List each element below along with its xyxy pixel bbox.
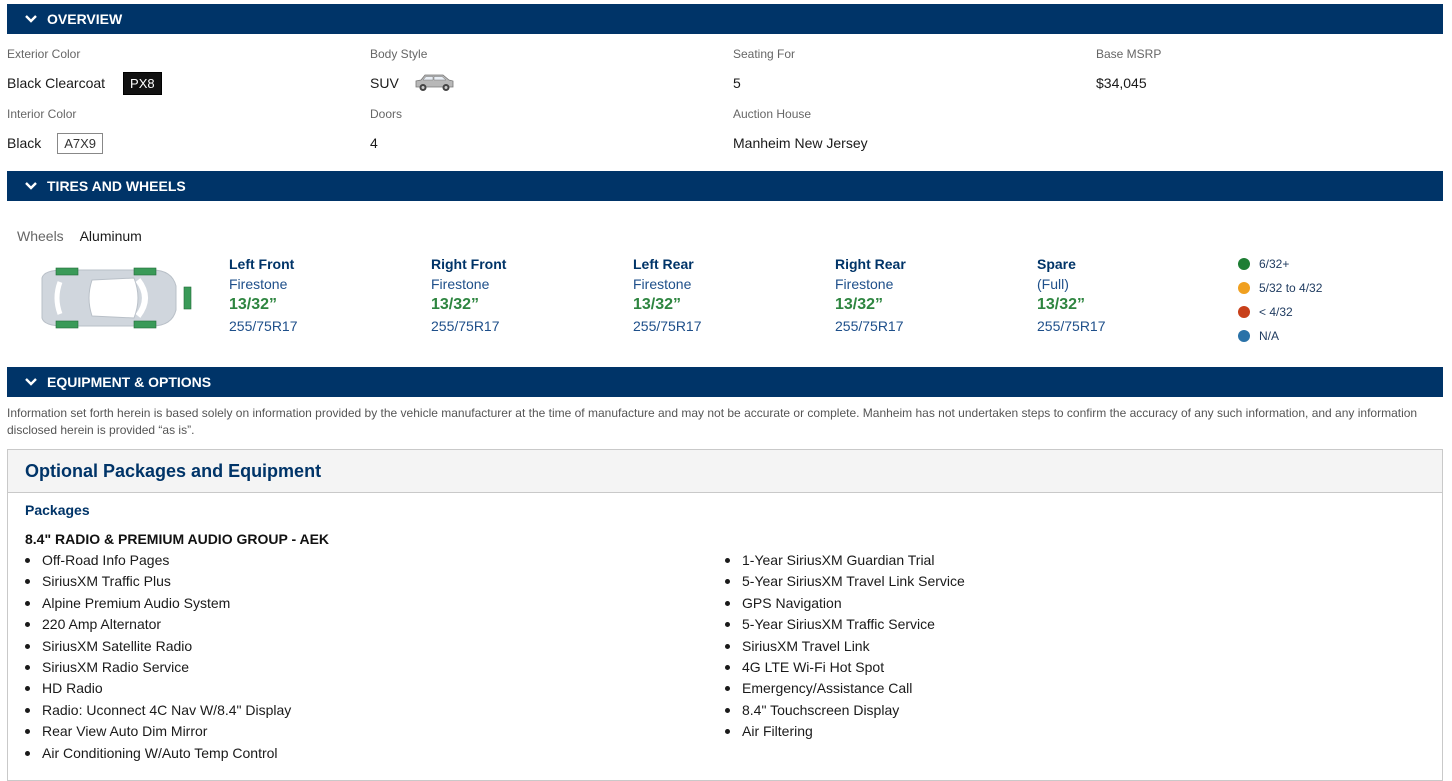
list-item: SiriusXM Radio Service xyxy=(8,657,688,678)
wheels-label: Wheels xyxy=(17,228,64,244)
tire-size: 255/75R17 xyxy=(1037,318,1106,334)
tread-depth-legend: 6/32+ 5/32 to 4/32 < 4/32 N/A xyxy=(1238,252,1322,348)
auction-house-label: Auction House xyxy=(733,107,812,121)
list-item: GPS Navigation xyxy=(708,593,1408,614)
tire-tread-depth: 13/32” xyxy=(229,296,278,313)
exterior-color-code: PX8 xyxy=(123,71,162,95)
list-item: Rear View Auto Dim Mirror xyxy=(8,721,688,742)
legend-label: 6/32+ xyxy=(1259,257,1290,271)
optional-packages-panel: Optional Packages and Equipment Packages… xyxy=(7,449,1443,781)
tire-position: Right Rear xyxy=(835,256,906,272)
tires-section-header[interactable]: TIRES AND WHEELS xyxy=(7,171,1443,201)
chevron-down-icon xyxy=(23,11,39,27)
list-item: 1-Year SiriusXM Guardian Trial xyxy=(708,550,1408,571)
tire-right-front: Right Front Firestone 13/32” 255/75R17 xyxy=(431,254,611,336)
chevron-down-icon xyxy=(23,374,39,390)
tire-brand: Firestone xyxy=(229,276,288,292)
msrp-value: $34,045 xyxy=(1096,75,1147,91)
section-title: EQUIPMENT & OPTIONS xyxy=(47,374,212,390)
section-title: OVERVIEW xyxy=(47,11,123,27)
list-item: SiriusXM Travel Link xyxy=(708,636,1408,657)
tire-position: Left Front xyxy=(229,256,295,272)
legend-item: < 4/32 xyxy=(1238,300,1322,324)
exterior-color-text: Black Clearcoat xyxy=(7,75,106,91)
tire-position: Left Rear xyxy=(633,256,694,272)
seating-label: Seating For xyxy=(733,47,796,61)
list-item: Air Filtering xyxy=(708,721,1408,742)
interior-color-label: Interior Color xyxy=(7,107,77,121)
tire-brand: (Full) xyxy=(1037,276,1069,292)
legend-item: N/A xyxy=(1238,324,1322,348)
body-style-value: SUV xyxy=(370,72,455,94)
legend-item: 6/32+ xyxy=(1238,252,1322,276)
tire-tread-depth: 13/32” xyxy=(835,296,884,313)
list-item: 4G LTE Wi-Fi Hot Spot xyxy=(708,657,1408,678)
legend-dot-icon xyxy=(1238,258,1250,270)
chevron-down-icon xyxy=(23,178,39,194)
doors-label: Doors xyxy=(370,107,403,121)
list-item: SiriusXM Satellite Radio xyxy=(8,636,688,657)
list-item: Alpine Premium Audio System xyxy=(8,593,688,614)
list-item: Off-Road Info Pages xyxy=(8,550,688,571)
body-style-label: Body Style xyxy=(370,47,428,61)
tire-tread-depth: 13/32” xyxy=(633,296,682,313)
section-title: TIRES AND WHEELS xyxy=(47,178,186,194)
overview-section-header[interactable]: OVERVIEW xyxy=(7,4,1443,34)
legend-dot-icon xyxy=(1238,306,1250,318)
list-item: 8.4" Touchscreen Display xyxy=(708,700,1408,721)
interior-color-text: Black xyxy=(7,135,42,151)
exterior-color-value: Black Clearcoat PX8 xyxy=(7,71,162,95)
tire-left-rear: Left Rear Firestone 13/32” 255/75R17 xyxy=(633,254,813,336)
legend-label: 5/32 to 4/32 xyxy=(1259,281,1323,295)
tire-tread-depth: 13/32” xyxy=(431,296,480,313)
legend-label: N/A xyxy=(1259,329,1280,343)
equipment-section-header[interactable]: EQUIPMENT & OPTIONS xyxy=(7,367,1443,397)
doors-value: 4 xyxy=(370,135,378,151)
tire-size: 255/75R17 xyxy=(633,318,702,334)
package-features-right: 1-Year SiriusXM Guardian Trial 5-Year Si… xyxy=(708,550,1408,743)
wheels-value: Aluminum xyxy=(79,228,142,244)
list-item: 220 Amp Alternator xyxy=(8,614,688,635)
list-item: Air Conditioning W/Auto Temp Control xyxy=(8,743,688,764)
packages-label: Packages xyxy=(25,502,90,518)
panel-title: Optional Packages and Equipment xyxy=(8,450,1442,493)
list-item: 5-Year SiriusXM Travel Link Service xyxy=(708,571,1408,592)
tire-brand: Firestone xyxy=(431,276,490,292)
tire-brand: Firestone xyxy=(633,276,692,292)
list-item: 5-Year SiriusXM Traffic Service xyxy=(708,614,1408,635)
list-item: HD Radio xyxy=(8,678,688,699)
tire-left-front: Left Front Firestone 13/32” 255/75R17 xyxy=(229,254,409,336)
exterior-color-label: Exterior Color xyxy=(7,47,81,61)
msrp-label: Base MSRP xyxy=(1096,47,1162,61)
list-item: SiriusXM Traffic Plus xyxy=(8,571,688,592)
seating-value: 5 xyxy=(733,75,741,91)
list-item: Emergency/Assistance Call xyxy=(708,678,1408,699)
auction-house-value: Manheim New Jersey xyxy=(733,135,868,151)
tire-spare: Spare (Full) 13/32” 255/75R17 xyxy=(1037,254,1217,336)
list-item: Radio: Uconnect 4C Nav W/8.4" Display xyxy=(8,700,688,721)
tire-size: 255/75R17 xyxy=(835,318,904,334)
car-tire-diagram-icon xyxy=(34,266,194,335)
interior-color-code: A7X9 xyxy=(57,132,104,154)
body-style-text: SUV xyxy=(370,75,399,91)
legend-dot-icon xyxy=(1238,330,1250,342)
suv-icon xyxy=(413,73,455,93)
tire-position: Spare xyxy=(1037,256,1076,272)
tire-brand: Firestone xyxy=(835,276,894,292)
tire-right-rear: Right Rear Firestone 13/32” 255/75R17 xyxy=(835,254,1015,336)
interior-color-value: Black A7X9 xyxy=(7,132,104,154)
package-features-left: Off-Road Info Pages SiriusXM Traffic Plu… xyxy=(8,550,688,764)
tire-size: 255/75R17 xyxy=(229,318,298,334)
tire-position: Right Front xyxy=(431,256,507,272)
legend-dot-icon xyxy=(1238,282,1250,294)
package-group-title: 8.4" RADIO & PREMIUM AUDIO GROUP - AEK xyxy=(25,531,330,547)
tire-tread-depth: 13/32” xyxy=(1037,296,1086,313)
wheels-row: Wheels Aluminum xyxy=(17,228,142,244)
legend-label: < 4/32 xyxy=(1259,305,1293,319)
tire-size: 255/75R17 xyxy=(431,318,500,334)
equipment-disclaimer: Information set forth herein is based so… xyxy=(7,406,1418,437)
legend-item: 5/32 to 4/32 xyxy=(1238,276,1322,300)
